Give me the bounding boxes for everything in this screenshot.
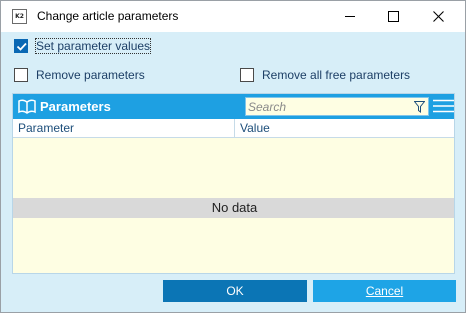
close-icon: [432, 11, 444, 22]
book-icon: [18, 99, 36, 114]
ok-button[interactable]: OK: [163, 280, 307, 302]
filter-icon[interactable]: [414, 101, 425, 113]
panel-header: Parameters: [13, 94, 454, 119]
app-icon: K2: [12, 9, 27, 24]
window-title: Change article parameters: [37, 9, 179, 23]
remove-parameters-checkbox[interactable]: [14, 68, 28, 82]
remove-all-free-option[interactable]: Remove all free parameters: [240, 68, 410, 82]
dialog-window: K2 Change article parameters Set paramet…: [0, 0, 466, 313]
maximize-icon: [387, 11, 399, 22]
close-button[interactable]: [415, 1, 461, 32]
title-bar[interactable]: K2 Change article parameters: [1, 1, 465, 32]
empty-state-message: No data: [13, 198, 454, 218]
checkmark-icon: [16, 42, 27, 51]
remove-all-free-checkbox[interactable]: [240, 68, 254, 82]
panel-title: Parameters: [40, 99, 111, 114]
set-values-checkbox[interactable]: [14, 39, 28, 53]
column-header-parameter[interactable]: Parameter: [18, 121, 74, 135]
search-box[interactable]: [245, 97, 429, 116]
remove-parameters-option[interactable]: Remove parameters: [14, 68, 145, 82]
parameters-panel: Parameters Parameter Value No data: [12, 93, 455, 274]
hamburger-menu-icon[interactable]: [433, 99, 454, 113]
remove-all-free-label[interactable]: Remove all free parameters: [262, 68, 410, 82]
minimize-icon: [344, 16, 355, 17]
maximize-button[interactable]: [370, 1, 416, 32]
column-separator[interactable]: [234, 119, 235, 137]
minimize-button[interactable]: [327, 1, 373, 32]
column-headers: Parameter Value: [13, 119, 454, 138]
set-values-option[interactable]: Set parameter values: [14, 38, 152, 54]
remove-parameters-label[interactable]: Remove parameters: [36, 68, 145, 82]
set-values-label[interactable]: Set parameter values: [34, 38, 152, 54]
column-header-value[interactable]: Value: [240, 121, 270, 135]
cancel-button[interactable]: Cancel: [313, 280, 456, 302]
search-input[interactable]: [248, 99, 408, 114]
